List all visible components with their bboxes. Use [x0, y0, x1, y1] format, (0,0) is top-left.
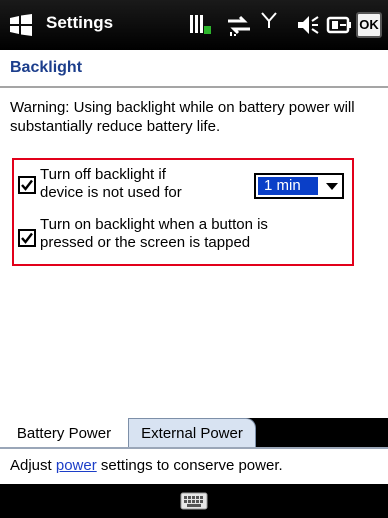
battery-charging-icon[interactable] [188, 12, 212, 43]
app-title: Settings [46, 13, 114, 32]
battery-level-icon[interactable] [326, 12, 352, 43]
connectivity-icon[interactable] [226, 12, 252, 43]
turn-off-label-line1: Turn off backlight if [40, 166, 166, 183]
timeout-select[interactable]: 1 min [254, 173, 344, 199]
footer-info: Adjust power settings to conserve power. [10, 456, 283, 476]
page-title: Backlight [10, 59, 83, 76]
header-divider [0, 86, 388, 88]
tabs-bar: Battery Power External Power [0, 418, 388, 448]
page-header: Backlight [0, 50, 388, 88]
footer-prefix: Adjust [10, 457, 56, 474]
turn-on-backlight-checkbox[interactable] [18, 229, 36, 247]
title-bar: Settings OK [0, 0, 388, 50]
tabs-divider [0, 447, 388, 449]
signal-icon[interactable] [260, 12, 278, 43]
timeout-selected-value: 1 min [258, 177, 318, 195]
dropdown-arrow-icon[interactable] [324, 178, 340, 194]
tab-external-power[interactable]: External Power [128, 418, 256, 448]
windows-start-icon[interactable] [8, 14, 34, 36]
keyboard-icon[interactable] [180, 492, 208, 510]
bottom-menu-bar [0, 484, 388, 518]
warning-text: Warning: Using backlight while on batter… [10, 99, 355, 135]
footer-suffix: settings to conserve power. [96, 457, 283, 474]
volume-icon[interactable] [296, 12, 320, 43]
turn-off-label-line2: device is not used for [40, 184, 182, 201]
power-link[interactable]: power [56, 457, 97, 474]
turn-on-label-line1: Turn on backlight when a button is [40, 216, 268, 233]
turn-on-label-line2: pressed or the screen is tapped [40, 234, 251, 251]
tab-battery-power[interactable]: Battery Power [0, 418, 128, 448]
turn-off-backlight-checkbox[interactable] [18, 176, 36, 194]
ok-button[interactable]: OK [356, 12, 382, 38]
